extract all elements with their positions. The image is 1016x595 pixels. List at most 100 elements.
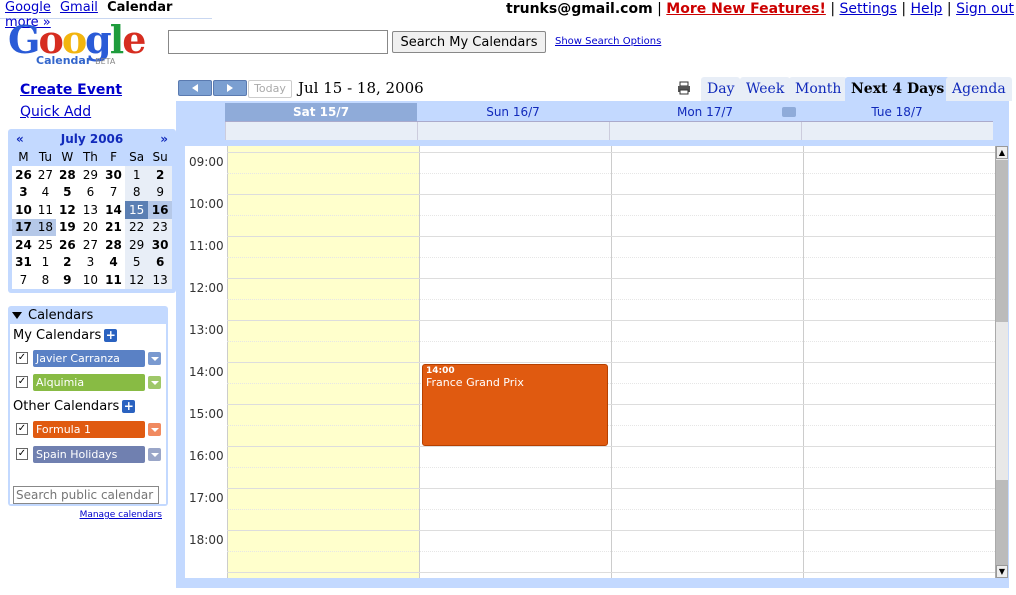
calendar-name[interactable]: Alquimia [33, 373, 145, 391]
mini-day[interactable]: 11 [102, 271, 125, 289]
scroll-up-arrow-icon[interactable]: ▲ [996, 146, 1008, 159]
mini-day[interactable]: 8 [35, 271, 56, 289]
mini-day[interactable]: 29 [124, 236, 149, 254]
day-header[interactable]: Sun 16/7 [417, 103, 609, 121]
mini-day[interactable]: 30 [102, 166, 125, 184]
day-header[interactable]: Mon 17/7 [609, 103, 801, 121]
manage-calendars-link[interactable]: Manage calendars [80, 510, 162, 520]
show-search-options-link[interactable]: Show Search Options [555, 36, 661, 47]
tab-next-4-days[interactable]: Next 4 Days [845, 77, 951, 101]
search-input[interactable] [168, 30, 388, 54]
time-grid[interactable]: 09:00 10:00 11:00 12:00 13:00 14:00 15:0… [185, 146, 995, 578]
mini-day[interactable]: 2 [56, 254, 79, 272]
next-month-button[interactable]: » [160, 131, 168, 148]
day-header[interactable]: Sat 15/7 [225, 103, 417, 121]
mini-day[interactable]: 13 [79, 201, 102, 219]
calendar-name[interactable]: Formula 1 [33, 420, 145, 438]
search-my-calendars-button[interactable]: Search My Calendars [392, 31, 546, 53]
calendar-checkbox[interactable]: ✓ [16, 423, 28, 435]
mini-day[interactable]: 28 [56, 166, 79, 184]
print-icon[interactable] [677, 81, 691, 95]
mini-day-selected[interactable]: 17 [12, 218, 35, 236]
mini-day[interactable]: 5 [56, 184, 79, 202]
calendar-menu-dropdown-icon[interactable] [148, 375, 161, 389]
add-other-calendar-icon[interactable]: + [122, 400, 136, 413]
scroll-down-arrow-icon[interactable]: ▼ [996, 565, 1008, 578]
calendar-menu-dropdown-icon[interactable] [148, 351, 161, 365]
mini-day[interactable]: 7 [102, 184, 125, 202]
calendar-checkbox[interactable]: ✓ [16, 448, 28, 460]
tab-day[interactable]: Day [701, 77, 741, 101]
mini-day[interactable]: 23 [148, 218, 172, 236]
tab-month[interactable]: Month [789, 77, 848, 101]
mini-day-selected[interactable]: 16 [148, 201, 172, 219]
mini-day[interactable]: 11 [35, 201, 56, 219]
mini-day-selected[interactable]: 15 [124, 201, 149, 219]
mini-day[interactable]: 6 [148, 253, 172, 271]
mini-day[interactable]: 3 [12, 184, 35, 202]
google-calendar-logo[interactable]: Google Calendar BETA [8, 20, 148, 68]
mini-day[interactable]: 24 [12, 236, 35, 254]
mini-day[interactable]: 27 [35, 166, 56, 184]
mini-day[interactable]: 9 [56, 271, 79, 289]
mini-day[interactable]: 2 [148, 166, 172, 184]
mini-day[interactable]: 26 [56, 236, 79, 254]
next-period-button[interactable] [213, 80, 247, 96]
mini-day[interactable]: 5 [124, 253, 149, 271]
all-day-row[interactable] [225, 121, 993, 140]
calendar-menu-dropdown-icon[interactable] [148, 422, 161, 436]
tab-week[interactable]: Week [740, 77, 791, 101]
mini-day[interactable]: 12 [124, 271, 149, 289]
mini-day[interactable]: 10 [79, 271, 102, 289]
sign-out-link[interactable]: Sign out [956, 1, 1014, 17]
grid-scrollbar[interactable]: ▲ ▼ [995, 146, 1008, 578]
mini-day[interactable]: 4 [35, 184, 56, 202]
mini-day[interactable]: 26 [12, 166, 35, 184]
mini-day[interactable]: 1 [35, 254, 56, 272]
search-public-calendar-input[interactable] [13, 486, 159, 504]
gbar-gmail-link[interactable]: Gmail [60, 0, 98, 15]
mini-day[interactable]: 4 [102, 254, 125, 272]
tab-agenda[interactable]: Agenda [946, 77, 1012, 101]
mini-day[interactable]: 28 [102, 236, 125, 254]
mini-day[interactable]: 13 [148, 271, 172, 289]
event-block[interactable]: 14:00 France Grand Prix [422, 364, 608, 446]
mini-day[interactable]: 6 [79, 184, 102, 202]
help-link[interactable]: Help [911, 1, 943, 17]
mini-day[interactable]: 10 [12, 201, 35, 219]
mini-day[interactable]: 20 [79, 219, 102, 237]
day-header[interactable]: Tue 18/7 [801, 103, 993, 121]
calendar-name[interactable]: Javier Carranza [33, 349, 145, 367]
settings-link[interactable]: Settings [839, 1, 896, 17]
mini-day[interactable]: 21 [102, 219, 125, 237]
mini-day[interactable]: 25 [35, 236, 56, 254]
calendars-panel-toggle[interactable]: Calendars [12, 308, 93, 323]
add-calendar-icon[interactable]: + [104, 329, 118, 342]
mini-day[interactable]: 30 [148, 236, 172, 254]
mini-day[interactable]: 19 [56, 219, 79, 237]
mini-day[interactable]: 9 [148, 183, 172, 201]
create-event-link[interactable]: Create Event [20, 82, 122, 98]
mini-day[interactable]: 27 [79, 236, 102, 254]
previous-period-button[interactable] [178, 80, 212, 96]
mini-day-selected[interactable]: 18 [34, 218, 56, 236]
mini-day[interactable]: 8 [124, 183, 149, 201]
mini-day[interactable]: 12 [56, 201, 79, 219]
quick-add-link[interactable]: Quick Add [20, 104, 91, 120]
gbar-google-link[interactable]: Google [5, 0, 51, 15]
calendar-name[interactable]: Spain Holidays [33, 445, 145, 463]
today-button[interactable]: Today [248, 80, 292, 98]
calendar-checkbox[interactable]: ✓ [16, 376, 28, 388]
prev-month-button[interactable]: « [16, 131, 24, 148]
mini-day[interactable]: 29 [79, 166, 102, 184]
mini-day[interactable]: 3 [79, 254, 102, 272]
day-menu-dropdown-icon[interactable] [782, 107, 796, 117]
mini-day[interactable]: 31 [12, 254, 35, 272]
new-features-link[interactable]: More New Features! [666, 1, 826, 17]
mini-day[interactable]: 14 [102, 201, 125, 219]
mini-day[interactable]: 1 [124, 166, 149, 184]
mini-day[interactable]: 22 [124, 218, 149, 236]
calendar-menu-dropdown-icon[interactable] [148, 447, 161, 461]
calendar-checkbox[interactable]: ✓ [16, 352, 28, 364]
mini-day[interactable]: 7 [12, 271, 35, 289]
